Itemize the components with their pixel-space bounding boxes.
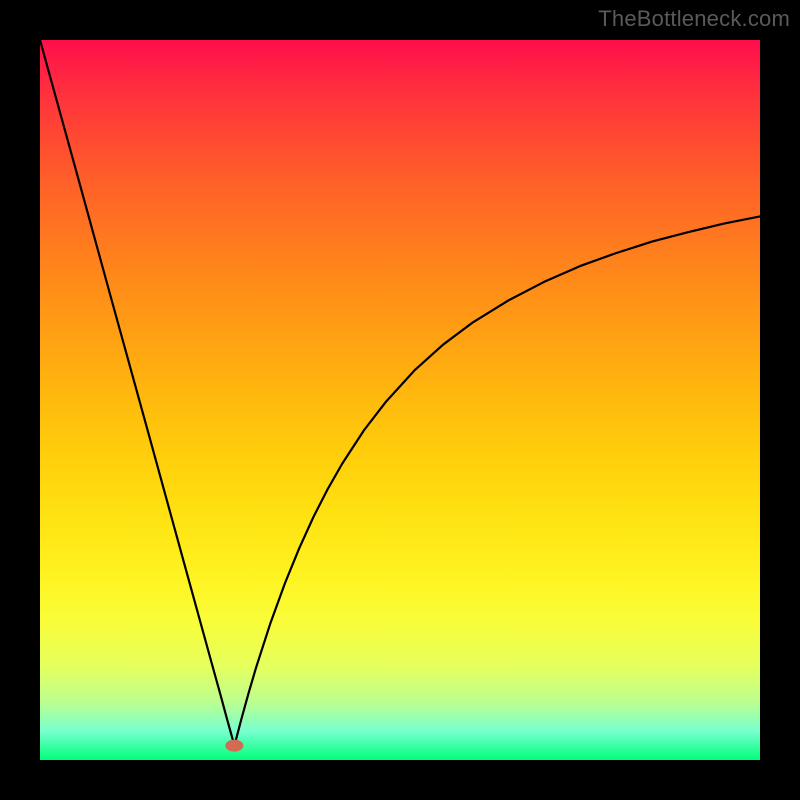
plot-area bbox=[40, 40, 760, 760]
curve-svg bbox=[40, 40, 760, 760]
watermark-text: TheBottleneck.com bbox=[598, 6, 790, 32]
curve-right-branch bbox=[234, 216, 760, 745]
minimum-marker bbox=[225, 740, 243, 752]
curve-left-branch bbox=[40, 40, 234, 746]
chart-frame: TheBottleneck.com bbox=[0, 0, 800, 800]
